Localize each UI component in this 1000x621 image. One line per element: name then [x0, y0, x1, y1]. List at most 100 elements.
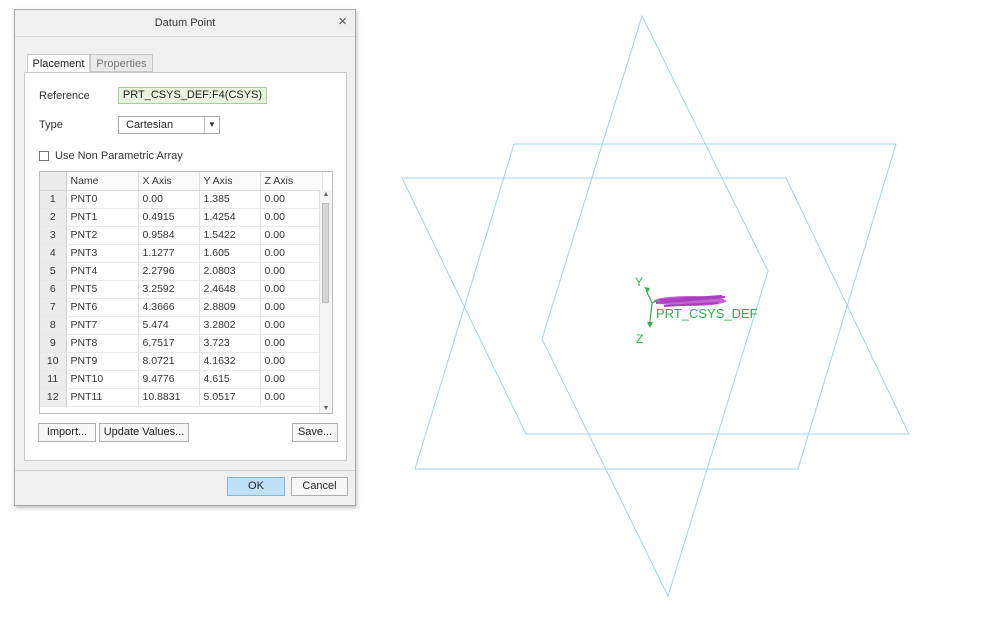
cell-x[interactable]: 6.7517: [138, 334, 200, 353]
cell-z[interactable]: 0.00: [260, 298, 323, 317]
ok-button[interactable]: OK: [227, 477, 285, 496]
column-header-x[interactable]: X Axis: [138, 172, 200, 191]
cell-x[interactable]: 0.4915: [138, 208, 200, 227]
type-selected-value: Cartesian: [126, 119, 174, 131]
cell-z[interactable]: 0.00: [260, 280, 323, 299]
table-row[interactable]: 5 PNT4 2.2796 2.0803 0.00: [40, 262, 323, 281]
reference-collector[interactable]: PRT_CSYS_DEF:F4(CSYS): [118, 87, 267, 104]
non-parametric-array-label: Use Non Parametric Array: [55, 150, 183, 162]
column-header-z[interactable]: Z Axis: [260, 172, 323, 191]
cell-name[interactable]: PNT2: [66, 226, 139, 245]
cell-z[interactable]: 0.00: [260, 208, 323, 227]
cell-name[interactable]: PNT8: [66, 334, 139, 353]
cell-y[interactable]: 3.723: [199, 334, 261, 353]
row-number: 11: [40, 370, 67, 389]
cell-z[interactable]: 0.00: [260, 316, 323, 335]
cancel-button[interactable]: Cancel: [291, 477, 348, 496]
cell-y[interactable]: 1.4254: [199, 208, 261, 227]
cell-y[interactable]: 4.615: [199, 370, 261, 389]
cell-y[interactable]: 5.0517: [199, 388, 261, 407]
column-header-name[interactable]: Name: [66, 172, 139, 191]
cell-y[interactable]: 2.8809: [199, 298, 261, 317]
cell-z[interactable]: 0.00: [260, 226, 323, 245]
dialog-titlebar[interactable]: Datum Point ×: [15, 10, 355, 37]
cell-x[interactable]: 8.0721: [138, 352, 200, 371]
cell-x[interactable]: 3.2592: [138, 280, 200, 299]
column-header-y[interactable]: Y Axis: [199, 172, 261, 191]
cell-name[interactable]: PNT5: [66, 280, 139, 299]
table-row[interactable]: 2 PNT1 0.4915 1.4254 0.00: [40, 208, 323, 227]
table-row[interactable]: 12 PNT11 10.8831 5.0517 0.00: [40, 388, 323, 407]
cell-y[interactable]: 2.4648: [199, 280, 261, 299]
table-row[interactable]: 1 PNT0 0.00 1.385 0.00: [40, 190, 323, 209]
csys-label: PRT_CSYS_DEF: [656, 306, 758, 321]
points-table: Name X Axis Y Axis Z Axis 1 PNT0 0.00 1.385…: [39, 171, 333, 414]
cell-y[interactable]: 3.2802: [199, 316, 261, 335]
checkbox-icon[interactable]: [39, 151, 49, 161]
table-row[interactable]: 11 PNT10 9.4776 4.615 0.00: [40, 370, 323, 389]
tab-properties[interactable]: Properties: [90, 54, 153, 72]
cell-x[interactable]: 9.4776: [138, 370, 200, 389]
type-label: Type: [39, 119, 63, 131]
cell-x[interactable]: 2.2796: [138, 262, 200, 281]
scrollbar-thumb[interactable]: [322, 203, 329, 303]
row-number: 12: [40, 388, 67, 407]
cell-y[interactable]: 2.0803: [199, 262, 261, 281]
cell-name[interactable]: PNT0: [66, 190, 139, 209]
cell-name[interactable]: PNT7: [66, 316, 139, 335]
scroll-down-icon[interactable]: ▼: [320, 405, 332, 412]
table-scrollbar[interactable]: ▲ ▼: [319, 190, 332, 413]
table-row[interactable]: 3 PNT2 0.9584 1.5422 0.00: [40, 226, 323, 245]
cell-name[interactable]: PNT11: [66, 388, 139, 407]
type-dropdown[interactable]: Cartesian ▼: [118, 116, 220, 134]
datum-point-cluster: [654, 295, 726, 307]
cell-z[interactable]: 0.00: [260, 334, 323, 353]
row-number: 10: [40, 352, 67, 371]
update-values-button[interactable]: Update Values...: [99, 423, 189, 442]
cell-z[interactable]: 0.00: [260, 388, 323, 407]
table-row[interactable]: 8 PNT7 5.474 3.2802 0.00: [40, 316, 323, 335]
cell-z[interactable]: 0.00: [260, 262, 323, 281]
row-number: 4: [40, 244, 67, 263]
table-row[interactable]: 9 PNT8 6.7517 3.723 0.00: [40, 334, 323, 353]
row-number: 5: [40, 262, 67, 281]
table-row[interactable]: 4 PNT3 1.1277 1.605 0.00: [40, 244, 323, 263]
reference-label: Reference: [39, 90, 90, 102]
row-number: 6: [40, 280, 67, 299]
table-row[interactable]: 10 PNT9 8.0721 4.1632 0.00: [40, 352, 323, 371]
table-row[interactable]: 6 PNT5 3.2592 2.4648 0.00: [40, 280, 323, 299]
cell-y[interactable]: 1.385: [199, 190, 261, 209]
dropdown-arrow-icon[interactable]: ▼: [204, 117, 219, 133]
cell-name[interactable]: PNT4: [66, 262, 139, 281]
tab-placement[interactable]: Placement: [27, 54, 90, 72]
cell-x[interactable]: 0.00: [138, 190, 200, 209]
cell-name[interactable]: PNT10: [66, 370, 139, 389]
import-button[interactable]: Import...: [38, 423, 96, 442]
cell-x[interactable]: 5.474: [138, 316, 200, 335]
table-header-row: Name X Axis Y Axis Z Axis: [40, 172, 323, 191]
row-number: 7: [40, 298, 67, 317]
cell-y[interactable]: 1.605: [199, 244, 261, 263]
scroll-up-icon[interactable]: ▲: [320, 191, 332, 198]
close-icon[interactable]: ×: [338, 14, 347, 30]
cell-y[interactable]: 4.1632: [199, 352, 261, 371]
cell-name[interactable]: PNT9: [66, 352, 139, 371]
cell-x[interactable]: 4.3666: [138, 298, 200, 317]
cell-name[interactable]: PNT6: [66, 298, 139, 317]
cell-z[interactable]: 0.00: [260, 370, 323, 389]
cell-z[interactable]: 0.00: [260, 190, 323, 209]
cell-x[interactable]: 0.9584: [138, 226, 200, 245]
row-number: 8: [40, 316, 67, 335]
cell-z[interactable]: 0.00: [260, 244, 323, 263]
cell-y[interactable]: 1.5422: [199, 226, 261, 245]
cell-x[interactable]: 1.1277: [138, 244, 200, 263]
cell-z[interactable]: 0.00: [260, 352, 323, 371]
row-number: 2: [40, 208, 67, 227]
cell-name[interactable]: PNT3: [66, 244, 139, 263]
axis-y-label: Y: [635, 275, 643, 289]
save-button[interactable]: Save...: [292, 423, 338, 442]
cell-name[interactable]: PNT1: [66, 208, 139, 227]
cell-x[interactable]: 10.8831: [138, 388, 200, 407]
table-row[interactable]: 7 PNT6 4.3666 2.8809 0.00: [40, 298, 323, 317]
row-number: 1: [40, 190, 67, 209]
